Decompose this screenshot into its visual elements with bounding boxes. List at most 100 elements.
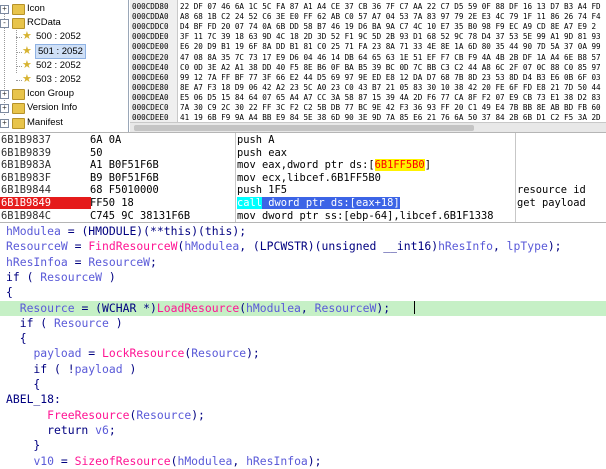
code-text: = (67, 239, 89, 254)
code-function: LockResource (102, 346, 185, 361)
tree-item-label: Version Info (27, 102, 78, 114)
code-variable: Resource (54, 315, 109, 330)
disasm-row[interactable]: 6B1B9849 FF50 18 call dword ptr ds:[eax+18… (0, 197, 606, 210)
instruction-address: 6B1B9839 (1, 146, 52, 159)
code-line[interactable]: return v6; (0, 423, 606, 438)
text-cursor (414, 300, 416, 314)
instruction-mnemonic: push A (237, 134, 275, 146)
call-keyword: call (237, 197, 263, 209)
disasm-row[interactable]: 6B1B9839 50 push eax (0, 147, 606, 159)
expand-icon[interactable]: + (0, 5, 9, 14)
code-variable: v10 (33, 453, 55, 468)
code-line[interactable]: } (0, 438, 606, 453)
code-variable: hResInfo (438, 239, 493, 254)
expand-icon[interactable]: + (0, 104, 9, 114)
resource-tree[interactable]: + Icon - RCData ★ 500 : 2052 ★ 501 : 2052 ★ 502 :… (0, 0, 129, 132)
folder-icon (12, 89, 25, 101)
code-line[interactable]: hModulea = (HMODULE)(**this)(this); (0, 224, 606, 239)
code-text: = (WCHAR *) (74, 300, 157, 315)
tree-item-label: 501 : 2052 (35, 43, 86, 59)
instruction-mnemonic: call dword ptr ds:[eax+18] (237, 197, 400, 210)
instruction-address: 6B1B9849 (0, 197, 91, 210)
instruction-mnemonic: mov eax,dword ptr ds:[6B1FF5B0] (237, 159, 431, 172)
code-text: , (232, 453, 247, 468)
disassembly-view[interactable]: 6B1B9837 6A 0A push A 6B1B9839 50 push eax 6B1… (0, 132, 606, 223)
code-text: )( (191, 224, 205, 238)
code-text: ABEL_18: (6, 392, 61, 407)
resource-star-icon: ★ (22, 30, 32, 43)
code-text: if ( (6, 269, 41, 284)
folder-icon (12, 18, 25, 30)
instruction-comment: get payload (517, 197, 586, 209)
code-line[interactable]: if ( Resource ) (0, 316, 606, 331)
tree-item-label: 503 : 2052 (36, 74, 81, 85)
code-line[interactable]: hResInfoa = ResourceW; (0, 255, 606, 270)
mnemonic-suffix: ] (424, 159, 431, 172)
code-line[interactable]: payload = LockResource(Resource); (0, 346, 606, 361)
code-variable: payload (33, 346, 82, 361)
folder-icon (12, 4, 25, 15)
collapse-icon[interactable]: - (0, 19, 9, 29)
pseudocode-view[interactable]: hModulea = (HMODULE)(**this)(this); Resou… (0, 222, 606, 469)
expand-icon[interactable]: + (0, 118, 9, 128)
instruction-address: 6B1B9837 (1, 134, 52, 146)
instruction-bytes: 6A 0A (90, 134, 122, 146)
tree-item-label: Icon (27, 3, 45, 14)
hex-view[interactable]: 000CDD80 22 DF 07 46 6A 1C 5C FA 87 A1 A4… (130, 0, 606, 132)
code-variable: Resource (19, 300, 75, 315)
instruction-comment: resource id (517, 184, 586, 197)
disasm-row[interactable]: 6B1B983A A1 B0F51F6B mov eax,dword ptr ds:… (0, 159, 606, 172)
code-variable: hModulea (6, 224, 61, 238)
instruction-mnemonic: mov ecx,libcef.6B1FF5B0 (237, 171, 381, 184)
code-text: , (492, 239, 507, 254)
call-operand: dword ptr ds:[eax+18] (262, 197, 400, 209)
code-line[interactable]: FreeResource(Resource); (0, 408, 606, 423)
code-variable: hModulea (246, 300, 301, 315)
disasm-row[interactable]: 6B1B9837 6A 0A push A (0, 134, 606, 146)
code-variable: v6 (95, 422, 109, 437)
disasm-row[interactable]: 6B1B9844 68 F5010000 push 1F5 resource id (0, 184, 606, 196)
code-variable: ResourceW (40, 269, 103, 284)
code-text: } (6, 438, 41, 453)
tree-item-label: Icon Group (27, 88, 74, 100)
code-text: { (6, 331, 27, 346)
code-line[interactable]: ResourceW = FindResourceW(hModulea, (LPC… (0, 239, 606, 254)
instruction-address: 6B1B9844 (1, 184, 52, 197)
code-keyword: this (163, 224, 192, 238)
code-line[interactable]: ABEL_18: (0, 392, 606, 407)
disasm-row[interactable]: 6B1B983F B9 B0F51F6B mov ecx,libcef.6B1FF5… (0, 172, 606, 184)
code-variable: Resource (191, 346, 247, 361)
code-line[interactable]: if ( !payload ) (0, 362, 606, 377)
code-variable: hModulea (177, 453, 233, 468)
code-text: , (300, 300, 315, 315)
instruction-bytes: C745 9C 38131F6B (90, 209, 191, 222)
expand-icon[interactable]: + (0, 90, 9, 100)
instruction-bytes: B9 B0F51F6B (90, 171, 159, 184)
code-function: SizeofResource (74, 453, 171, 468)
tree-item-label: Manifest (27, 116, 63, 128)
tree-guide-line (16, 51, 22, 53)
disasm-row[interactable]: 6B1B984C C745 9C 38131F6B mov dword ptr ss… (0, 210, 606, 222)
tree-item-label: RCData (27, 17, 61, 29)
code-line[interactable]: Resource = (WCHAR *)LoadResource(hModule… (0, 300, 606, 316)
tree-item-label: 502 : 2052 (36, 59, 81, 71)
code-line[interactable]: if ( ResourceW ) (0, 270, 606, 285)
instruction-address: 6B1B983F (1, 171, 52, 184)
folder-icon (12, 103, 25, 115)
code-line[interactable]: { (0, 331, 606, 346)
code-variable: payload (74, 361, 123, 376)
tree-guide-line (16, 37, 22, 39)
code-line[interactable]: v10 = SizeofResource(hModulea, hResInfoa… (0, 454, 606, 469)
code-function: LoadResource (156, 300, 240, 315)
code-text: ); (232, 224, 247, 238)
code-keyword: this (204, 224, 233, 238)
scrollbar-thumb[interactable] (134, 125, 474, 131)
code-line[interactable]: { (0, 377, 606, 392)
code-variable: Resource (136, 407, 192, 422)
instruction-address: 6B1B984C (1, 209, 52, 222)
code-line[interactable]: { (0, 285, 606, 300)
code-text: if ( ! (6, 361, 75, 376)
